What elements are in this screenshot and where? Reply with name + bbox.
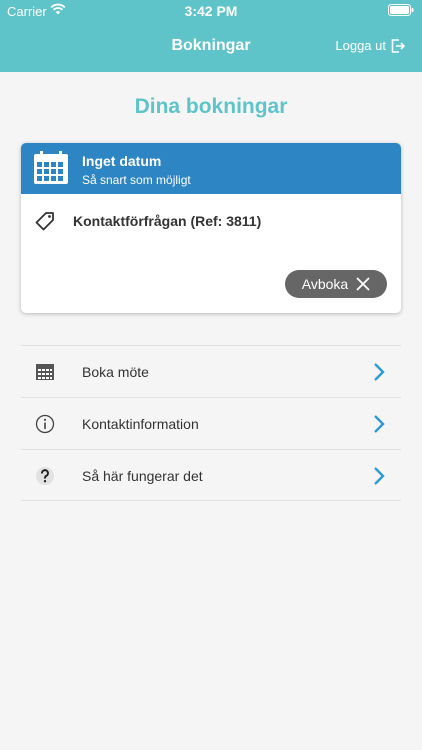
logout-icon <box>391 38 406 53</box>
booking-date-title: Inget datum <box>82 153 162 169</box>
menu-item-label: Så här fungerar det <box>82 468 203 484</box>
chevron-right-icon <box>374 467 385 485</box>
status-time: 3:42 PM <box>184 3 238 19</box>
logout-button[interactable]: Logga ut <box>335 38 406 53</box>
status-bar: Carrier 3:42 PM <box>0 0 422 22</box>
booking-card-header: Inget datum Så snart som möjligt <box>21 143 401 194</box>
page-title: Dina bokningar <box>134 95 288 118</box>
chevron-right-icon <box>374 415 385 433</box>
battery-icon <box>388 4 414 16</box>
menu-list: Boka möte Kontaktinformation Så här fung… <box>21 345 401 501</box>
chevron-right-icon <box>374 363 385 381</box>
booking-date-subtitle: Så snart som möjligt <box>82 173 191 187</box>
question-icon <box>36 467 54 485</box>
tag-icon <box>35 212 54 231</box>
booking-request-text: Kontaktförfrågan (Ref: 3811) <box>73 213 262 229</box>
booking-card: Inget datum Så snart som möjligt Kontakt… <box>21 143 401 313</box>
navigation-bar: Carrier 3:42 PM Bokningar Logga ut <box>0 0 422 72</box>
logout-label: Logga ut <box>335 38 386 53</box>
menu-item-label: Boka möte <box>82 364 149 380</box>
menu-item-label: Kontaktinformation <box>82 416 199 432</box>
cancel-booking-button[interactable]: Avboka <box>285 270 387 298</box>
calendar-icon <box>34 151 68 184</box>
calendar-icon <box>36 364 54 380</box>
menu-item-contact-info[interactable]: Kontaktinformation <box>21 397 401 449</box>
cancel-booking-label: Avboka <box>301 276 349 292</box>
close-icon <box>356 277 370 291</box>
menu-item-book-meeting[interactable]: Boka möte <box>21 345 401 397</box>
info-icon <box>35 414 55 434</box>
menu-item-how-it-works[interactable]: Så här fungerar det <box>21 449 401 501</box>
